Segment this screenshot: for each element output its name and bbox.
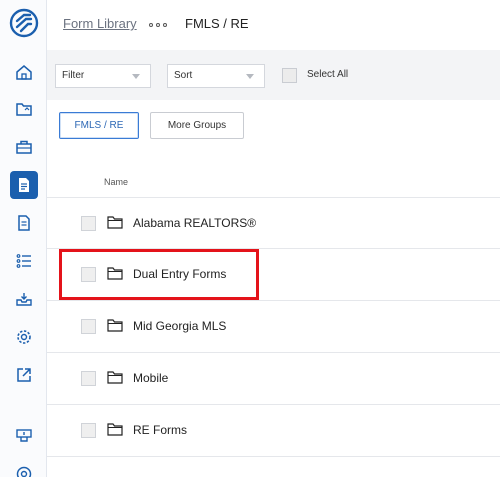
document-icon: [19, 178, 29, 192]
list-item-label[interactable]: RE Forms: [133, 423, 187, 437]
filter-select-label: Filter: [62, 70, 85, 81]
row-checkbox[interactable]: [81, 267, 96, 282]
nav-briefcase[interactable]: [10, 133, 38, 161]
nav-home[interactable]: [10, 58, 38, 86]
row-checkbox[interactable]: [81, 216, 96, 231]
gear-icon: [17, 330, 31, 344]
nav-help[interactable]: [10, 460, 38, 477]
row-checkbox[interactable]: [81, 371, 96, 386]
external-link-icon: [17, 368, 31, 382]
list-item-label[interactable]: Mid Georgia MLS: [133, 319, 226, 333]
breadcrumb-link-form-library[interactable]: Form Library: [63, 16, 137, 31]
group-tab-fmls-re[interactable]: FMLS / RE: [59, 112, 139, 139]
breadcrumb: Form Library FMLS / RE: [47, 0, 500, 50]
more-groups-button[interactable]: More Groups: [150, 112, 244, 139]
select-all-label[interactable]: Select All: [307, 69, 348, 80]
row-checkbox[interactable]: [81, 319, 96, 334]
nav-documents[interactable]: [10, 209, 38, 237]
list-item[interactable]: Alabama REALTORS®: [47, 197, 500, 249]
breadcrumb-more-icon[interactable]: [149, 22, 167, 28]
list-item[interactable]: Mid Georgia MLS: [47, 301, 500, 353]
breadcrumb-current: FMLS / RE: [185, 16, 249, 31]
folder-icon: [107, 423, 123, 436]
inbox-icon: [16, 293, 32, 306]
sort-select-label: Sort: [174, 70, 193, 81]
folder-icon: [16, 103, 32, 116]
app-logo[interactable]: [9, 8, 39, 38]
file-list-icon: [18, 215, 30, 231]
briefcase-icon: [16, 140, 32, 154]
list-item[interactable]: RE Forms: [47, 405, 500, 457]
chevron-down-icon: [246, 74, 254, 79]
home-icon: [16, 65, 32, 80]
folder-icon: [107, 371, 123, 384]
filter-select[interactable]: Filter: [55, 64, 151, 88]
nav-checklist[interactable]: [10, 247, 38, 275]
lifebuoy-icon: [16, 466, 32, 477]
list-item[interactable]: Dual Entry Forms: [47, 249, 500, 301]
nav-forms[interactable]: [10, 171, 38, 199]
nav-settings[interactable]: [10, 323, 38, 351]
nav-external[interactable]: [10, 361, 38, 389]
list-item[interactable]: Mobile: [47, 353, 500, 405]
folder-icon: [107, 216, 123, 229]
sidebar: [0, 0, 47, 477]
nav-folder[interactable]: [10, 95, 38, 123]
list-item-label[interactable]: Alabama REALTORS®: [133, 216, 256, 230]
support-icon: [16, 429, 32, 442]
toolbar: Filter Sort Select All: [47, 50, 500, 100]
sort-select[interactable]: Sort: [167, 64, 265, 88]
row-checkbox[interactable]: [81, 423, 96, 438]
checklist-icon: [16, 254, 31, 268]
folder-icon: [107, 267, 123, 280]
list-item-label[interactable]: Mobile: [133, 371, 168, 385]
chevron-down-icon: [132, 74, 140, 79]
select-all-checkbox[interactable]: [282, 68, 297, 83]
nav-support[interactable]: [10, 422, 38, 450]
folder-icon: [107, 319, 123, 332]
column-header-name[interactable]: Name: [104, 177, 128, 187]
nav-inbox[interactable]: [10, 285, 38, 313]
list-item-label[interactable]: Dual Entry Forms: [133, 267, 226, 281]
